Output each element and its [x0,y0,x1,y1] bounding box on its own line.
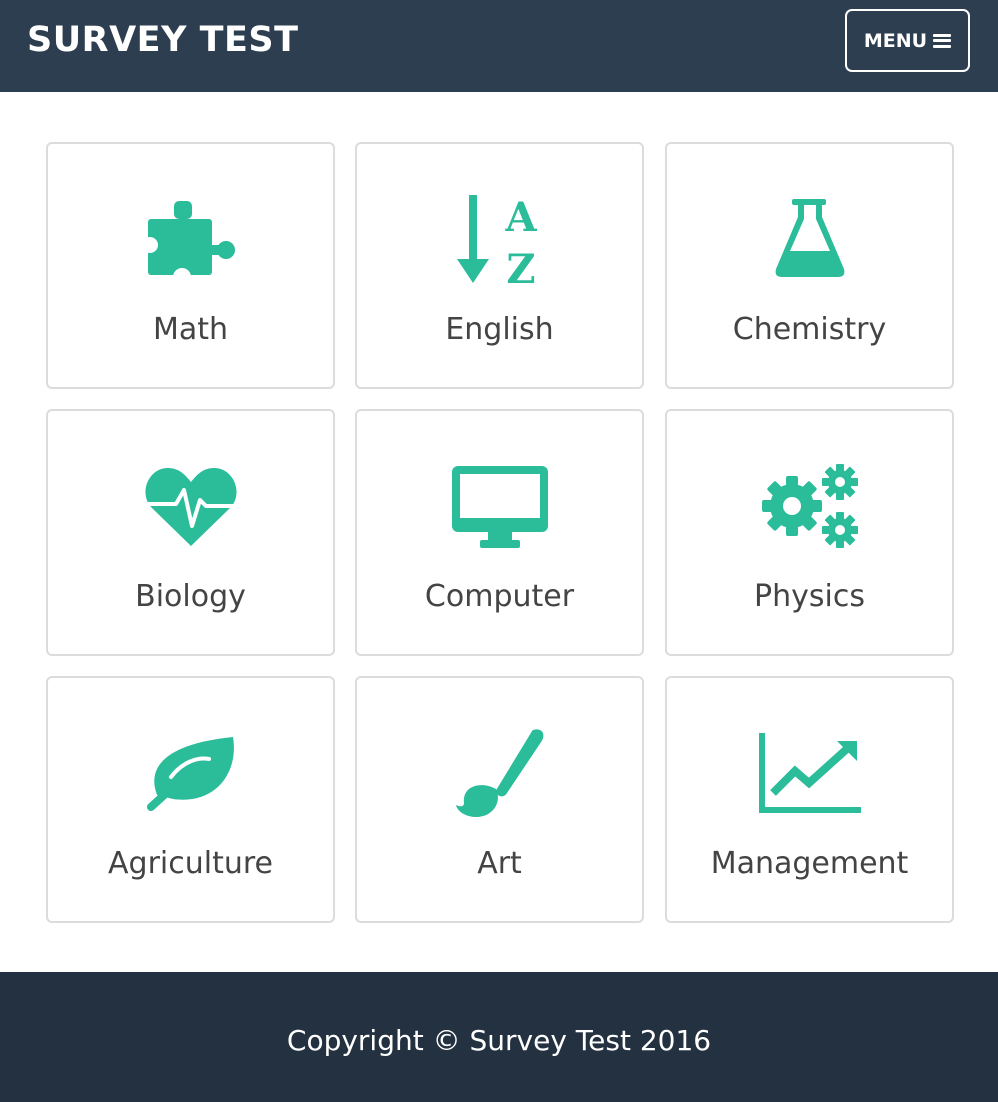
menu-label: MENU [863,29,928,52]
subject-card-biology[interactable]: Biology [46,409,335,656]
subject-label: Computer [424,579,575,614]
subject-label: English [445,312,554,347]
subject-card-art[interactable]: Art [355,676,644,923]
brand-title[interactable]: SURVEY TEST [27,20,298,60]
line-chart-icon [667,723,952,823]
subject-card-management[interactable]: Management [665,676,954,923]
svg-text:A: A [504,194,537,241]
subject-card-math[interactable]: Math [46,142,335,389]
subject-label: Math [152,312,229,347]
subject-label: Management [710,846,909,881]
hamburger-icon [933,33,952,48]
subject-card-agriculture[interactable]: Agriculture [46,676,335,923]
subject-label: Chemistry [732,312,887,347]
subject-label: Physics [754,579,865,614]
puzzle-icon [48,189,333,289]
subject-card-computer[interactable]: Computer [355,409,644,656]
navbar: SURVEY TEST MENU [0,0,998,92]
subject-label: Agriculture [108,846,273,881]
subject-card-english[interactable]: A Z English [355,142,644,389]
heartbeat-icon [48,456,333,556]
sort-alpha-icon: A Z [357,189,642,289]
desktop-icon [357,456,642,556]
subject-card-physics[interactable]: Physics [665,409,954,656]
leaf-icon [48,723,333,823]
menu-button[interactable]: MENU [845,9,970,72]
flask-icon [667,189,952,289]
paint-brush-icon [357,723,642,823]
gears-icon [667,456,952,556]
subject-label: Art [477,846,522,881]
copyright-text: Copyright © Survey Test 2016 [286,1024,712,1057]
subject-card-chemistry[interactable]: Chemistry [665,142,954,389]
subject-label: Biology [135,579,246,614]
footer: Copyright © Survey Test 2016 [0,972,998,1102]
svg-text:Z: Z [506,246,535,287]
